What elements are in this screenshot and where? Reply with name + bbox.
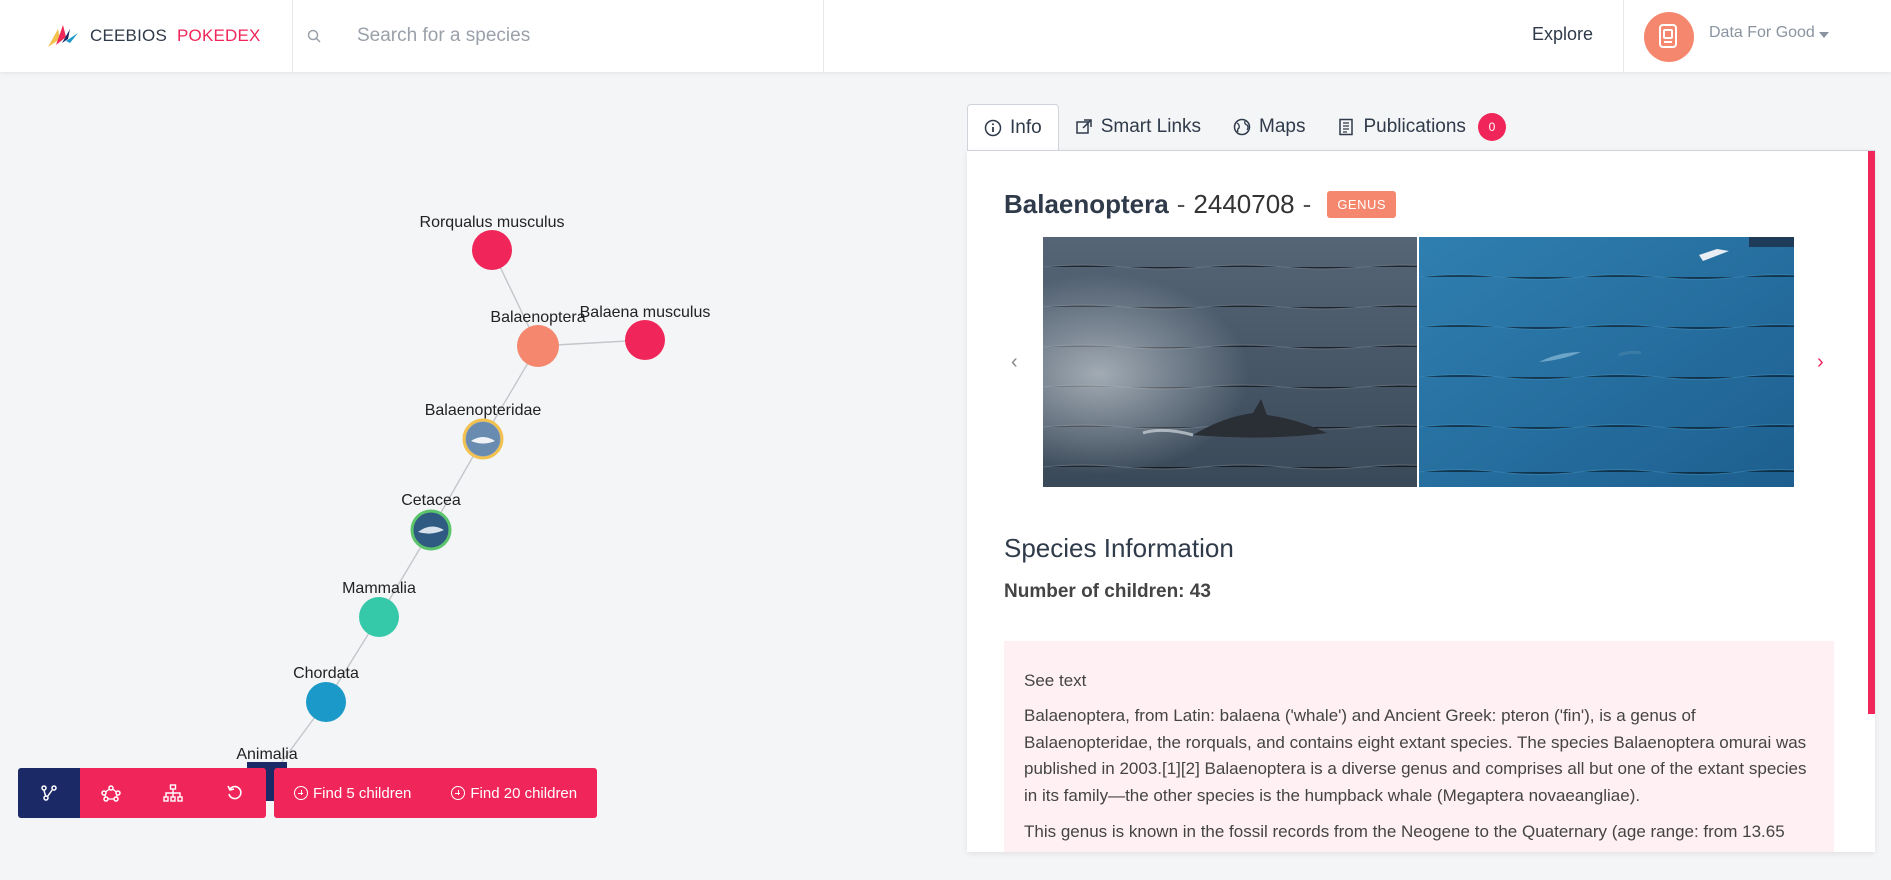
tab-smart-links[interactable]: Smart Links: [1059, 104, 1217, 150]
navbar-divider: [1623, 0, 1624, 72]
graph-node-balaenoptera[interactable]: Balaenoptera: [490, 309, 586, 367]
graph-node-cetacea[interactable]: Cetacea: [401, 492, 461, 551]
info-icon: [984, 119, 1002, 136]
avatar[interactable]: [1644, 12, 1694, 62]
panel-scrollbar[interactable]: [1868, 151, 1875, 714]
species-photo: [1043, 237, 1417, 487]
svg-text:Animalia: Animalia: [236, 746, 297, 763]
species-photo: [1419, 237, 1794, 487]
carousel-prev-icon[interactable]: ‹: [1011, 351, 1018, 374]
publications-count-badge: 0: [1477, 113, 1506, 141]
find-20-children-label: Find 20 children: [470, 784, 578, 802]
carousel-next-icon[interactable]: ›: [1817, 351, 1824, 374]
graph-node-chordata[interactable]: Chordata: [293, 665, 359, 722]
svg-text:Balaena musculus: Balaena musculus: [580, 304, 711, 321]
layout-network-button[interactable]: [80, 768, 142, 818]
graph-node-mammalia[interactable]: Mammalia: [342, 580, 416, 637]
find-5-children-label: Find 5 children: [313, 784, 412, 802]
taxonomy-graph-canvas[interactable]: Rorqualus musculus Balaenoptera Balaena …: [0, 72, 960, 812]
svg-text:Balaenoptera: Balaenoptera: [490, 309, 585, 326]
plus-circle-icon: [294, 786, 308, 800]
tab-info[interactable]: Info: [967, 104, 1059, 150]
tab-publications[interactable]: Publications 0: [1321, 104, 1521, 150]
graph-node-balaena-musculus[interactable]: Balaena musculus: [580, 304, 711, 360]
graph-node-rorqualus-musculus[interactable]: Rorqualus musculus: [420, 214, 565, 270]
user-menu-label[interactable]: Data For Good: [1709, 24, 1815, 42]
tab-maps-label: Maps: [1259, 116, 1306, 137]
species-title: Balaenoptera - 2440708 - GENUS: [1004, 189, 1397, 220]
description-box: See text Balaenoptera, from Latin: balae…: [1004, 641, 1834, 852]
tab-maps[interactable]: Maps: [1217, 104, 1321, 150]
user-badge-icon: [1659, 24, 1677, 48]
reset-icon: [227, 785, 242, 800]
description-paragraph: Balaenoptera, from Latin: balaena ('whal…: [1024, 706, 1807, 805]
tab-publications-label: Publications: [1363, 116, 1466, 137]
hierarchy-icon: [163, 784, 183, 802]
brand-product: POKEDEX: [176, 26, 261, 45]
layout-hierarchy-button[interactable]: [142, 768, 204, 818]
graph-layout-toolbar: [18, 768, 266, 818]
document-icon: [1339, 118, 1354, 136]
species-name: Balaenoptera: [1004, 189, 1169, 219]
reset-graph-button[interactable]: [204, 768, 266, 818]
pokedex-logo-icon: [48, 25, 78, 47]
svg-text:Cetacea: Cetacea: [401, 492, 461, 509]
tab-info-label: Info: [1010, 116, 1042, 138]
see-text-label: See text: [1024, 671, 1087, 690]
external-link-icon: [1075, 119, 1092, 134]
description-paragraph: This genus is known in the fossil record…: [1024, 822, 1785, 852]
brand-name: CEEBIOS: [90, 26, 167, 45]
explore-link[interactable]: Explore: [1532, 24, 1593, 45]
detail-tabs: Info Smart Links Maps Publications 0: [967, 104, 1522, 150]
species-info-heading: Species Information: [1004, 533, 1234, 563]
search-icon: [307, 29, 321, 43]
layout-network-icon: [101, 785, 121, 802]
svg-text:Chordata: Chordata: [293, 665, 359, 682]
chevron-down-icon[interactable]: [1819, 32, 1829, 38]
info-panel: Balaenoptera - 2440708 - GENUS ‹ › Speci…: [967, 150, 1875, 852]
brand[interactable]: CEEBIOS POKEDEX: [46, 18, 261, 54]
taxon-id: 2440708: [1193, 189, 1295, 219]
find-children-group: Find 5 children Find 20 children: [274, 768, 598, 818]
search-input[interactable]: [357, 25, 757, 47]
layout-force-icon: [41, 785, 57, 801]
find-5-children-button[interactable]: Find 5 children: [274, 768, 431, 818]
layout-force-button[interactable]: [18, 768, 80, 818]
svg-text:Balaenopteridae: Balaenopteridae: [425, 402, 542, 419]
rank-badge: GENUS: [1327, 191, 1397, 218]
top-navbar: CEEBIOS POKEDEX Explore Data For Good: [0, 0, 1891, 72]
title-separator: -: [1302, 189, 1312, 219]
search-bar: [292, 0, 824, 72]
tab-smart-links-label: Smart Links: [1100, 116, 1202, 137]
find-20-children-button[interactable]: Find 20 children: [431, 768, 597, 818]
svg-text:Mammalia: Mammalia: [342, 580, 416, 597]
graph-node-balaenopteridae[interactable]: Balaenopteridae: [425, 402, 542, 460]
svg-text:Rorqualus musculus: Rorqualus musculus: [420, 214, 565, 231]
children-count: Number of children: 43: [1004, 581, 1211, 602]
title-separator: -: [1176, 189, 1186, 219]
taxonomy-graph[interactable]: Rorqualus musculus Balaenoptera Balaena …: [0, 72, 960, 812]
plus-circle-icon: [451, 786, 466, 800]
globe-icon: [1233, 118, 1251, 136]
